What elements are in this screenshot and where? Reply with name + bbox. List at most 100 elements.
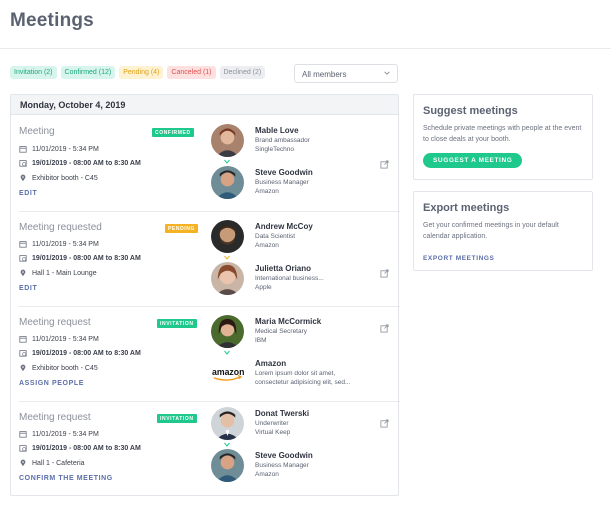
filter-pending[interactable]: Pending (4) bbox=[119, 66, 164, 79]
status-badge: INVITATION bbox=[157, 414, 197, 423]
edit-button[interactable]: EDIT bbox=[19, 285, 37, 292]
amazon-logo: amazon bbox=[212, 367, 244, 381]
suggest-meeting-button[interactable]: SUGGEST A MEETING bbox=[423, 153, 523, 168]
meeting-location-text: Hall 1 - Cafeteria bbox=[32, 459, 85, 467]
meeting-location-text: Exhibitor booth - C45 bbox=[32, 364, 98, 372]
participant-company: Apple bbox=[255, 284, 272, 291]
meeting-location: Exhibitor booth - C45 bbox=[19, 174, 98, 182]
filter-declined[interactable]: Declined (2) bbox=[219, 66, 266, 79]
meeting-location-text: Hall 1 - Main Lounge bbox=[32, 269, 97, 277]
chevron-down-icon bbox=[224, 159, 230, 164]
participant-name[interactable]: Donat Twerski bbox=[255, 409, 309, 418]
participant: amazon Amazon Lorem ipsum dolor sit amet… bbox=[211, 357, 397, 391]
location-pin-icon bbox=[20, 364, 26, 372]
avatar bbox=[211, 449, 244, 482]
meeting-created: 11/01/2019 - 5:34 PM bbox=[19, 430, 99, 438]
meeting-time: 19/01/2019 - 08:00 AM to 8:30 AM bbox=[19, 254, 141, 262]
meeting-time-text: 19/01/2019 - 08:00 AM to 8:30 AM bbox=[32, 159, 141, 167]
participant: Donat Twerski Underwriter Virtual Keep bbox=[211, 407, 397, 441]
calendar-clock-icon bbox=[19, 350, 27, 357]
suggest-meetings-card: Suggest meetings Schedule private meetin… bbox=[413, 94, 593, 180]
calendar-icon bbox=[19, 336, 27, 343]
calendar-clock-icon bbox=[19, 160, 27, 167]
status-badge: PENDING bbox=[165, 224, 198, 233]
export-meetings-card: Export meetings Get your confirmed meeti… bbox=[413, 191, 593, 271]
participant-role: Business Manager bbox=[255, 462, 309, 469]
page-title: Meetings bbox=[10, 10, 94, 31]
calendar-clock-icon bbox=[19, 445, 27, 452]
filter-invitation[interactable]: Invitation (2) bbox=[10, 66, 57, 79]
participant-role: Medical Secretary bbox=[255, 328, 308, 335]
meeting-title: Meeting requested bbox=[19, 222, 102, 233]
location-pin-icon bbox=[20, 459, 26, 467]
participant-name[interactable]: Steve Goodwin bbox=[255, 168, 313, 177]
participant-company: SingleTechno bbox=[255, 146, 295, 153]
participant: Steve Goodwin Business Manager Amazon bbox=[211, 166, 397, 200]
meeting-time-text: 19/01/2019 - 08:00 AM to 8:30 AM bbox=[32, 254, 141, 262]
status-badge: INVITATION bbox=[157, 319, 197, 328]
participant-role: Brand ambassador bbox=[255, 137, 310, 144]
suggest-title: Suggest meetings bbox=[423, 105, 518, 117]
status-badge: CONFIRMED bbox=[152, 128, 194, 137]
participant-role: Data Scientist bbox=[255, 233, 296, 240]
participant-company: consectetur adipisicing elit, sed... bbox=[255, 379, 351, 386]
export-title: Export meetings bbox=[423, 202, 510, 214]
chevron-down-icon bbox=[384, 71, 390, 75]
meeting-created-text: 11/01/2019 - 5:34 PM bbox=[32, 145, 99, 153]
assign-people-button[interactable]: ASSIGN PEOPLE bbox=[19, 380, 84, 387]
meeting-time: 19/01/2019 - 08:00 AM to 8:30 AM bbox=[19, 349, 141, 357]
participant-role: International business... bbox=[255, 275, 324, 282]
calendar-clock-icon bbox=[19, 255, 27, 262]
participant-company: IBM bbox=[255, 337, 267, 344]
participant-company: Amazon bbox=[255, 242, 279, 249]
participant-name[interactable]: Amazon bbox=[255, 359, 286, 368]
location-pin-icon bbox=[20, 269, 26, 277]
day-header: Monday, October 4, 2019 bbox=[11, 95, 398, 115]
meeting-time-text: 19/01/2019 - 08:00 AM to 8:30 AM bbox=[32, 349, 141, 357]
filter-confirmed[interactable]: Confirmed (12) bbox=[60, 66, 116, 79]
suggest-description: Schedule private meetings with people at… bbox=[423, 125, 582, 143]
external-link-icon[interactable] bbox=[380, 324, 389, 333]
status-filters: Invitation (2) Confirmed (12) Pending (4… bbox=[10, 66, 266, 79]
meeting-time-text: 19/01/2019 - 08:00 AM to 8:30 AM bbox=[32, 444, 141, 452]
participant: Steve Goodwin Business Manager Amazon bbox=[211, 449, 397, 483]
external-link-icon[interactable] bbox=[380, 269, 389, 278]
participant-name[interactable]: Maria McCormick bbox=[255, 317, 321, 326]
meeting-item: Meeting CONFIRMED 11/01/2019 - 5:34 PM 1… bbox=[11, 116, 400, 211]
confirm-meeting-button[interactable]: CONFIRM THE MEETING bbox=[19, 475, 113, 482]
export-meetings-link[interactable]: EXPORT MEETINGS bbox=[423, 255, 583, 262]
participant: Julietta Oriano International business..… bbox=[211, 262, 397, 296]
calendar-icon bbox=[19, 146, 27, 153]
edit-button[interactable]: EDIT bbox=[19, 190, 37, 197]
meeting-created-text: 11/01/2019 - 5:34 PM bbox=[32, 335, 99, 343]
avatar bbox=[211, 407, 244, 440]
participant-name[interactable]: Mable Love bbox=[255, 126, 299, 135]
meeting-time: 19/01/2019 - 08:00 AM to 8:30 AM bbox=[19, 159, 141, 167]
meeting-location: Exhibitor booth - C45 bbox=[19, 364, 98, 372]
meeting-item: Meeting request INVITATION 11/01/2019 - … bbox=[11, 307, 400, 402]
participant-role: Lorem ipsum dolor sit amet, bbox=[255, 370, 336, 377]
title-divider bbox=[0, 48, 611, 49]
participant: Maria McCormick Medical Secretary IBM bbox=[211, 315, 397, 349]
meeting-location: Hall 1 - Cafeteria bbox=[19, 459, 85, 467]
filter-canceled[interactable]: Canceled (1) bbox=[167, 66, 216, 79]
participant-company: Virtual Keep bbox=[255, 429, 291, 436]
meeting-created-text: 11/01/2019 - 5:34 PM bbox=[32, 240, 99, 248]
location-pin-icon bbox=[20, 174, 26, 182]
meeting-location-text: Exhibitor booth - C45 bbox=[32, 174, 98, 182]
meeting-created: 11/01/2019 - 5:34 PM bbox=[19, 145, 99, 153]
external-link-icon[interactable] bbox=[380, 419, 389, 428]
members-select[interactable]: All members bbox=[294, 64, 398, 83]
participant-name[interactable]: Andrew McCoy bbox=[255, 222, 313, 231]
meeting-title: Meeting request bbox=[19, 412, 91, 423]
participant-name[interactable]: Julietta Oriano bbox=[255, 264, 311, 273]
participant-name[interactable]: Steve Goodwin bbox=[255, 451, 313, 460]
chevron-down-icon bbox=[224, 255, 230, 260]
meetings-list: Monday, October 4, 2019 Meeting CONFIRME… bbox=[10, 94, 400, 496]
participant-role: Business Manager bbox=[255, 179, 309, 186]
participant-company: Amazon bbox=[255, 188, 279, 195]
participant-company: Amazon bbox=[255, 471, 279, 478]
chevron-down-icon bbox=[224, 350, 230, 355]
meeting-created: 11/01/2019 - 5:34 PM bbox=[19, 335, 99, 343]
export-description: Get your confirmed meetings in your defa… bbox=[423, 222, 559, 240]
